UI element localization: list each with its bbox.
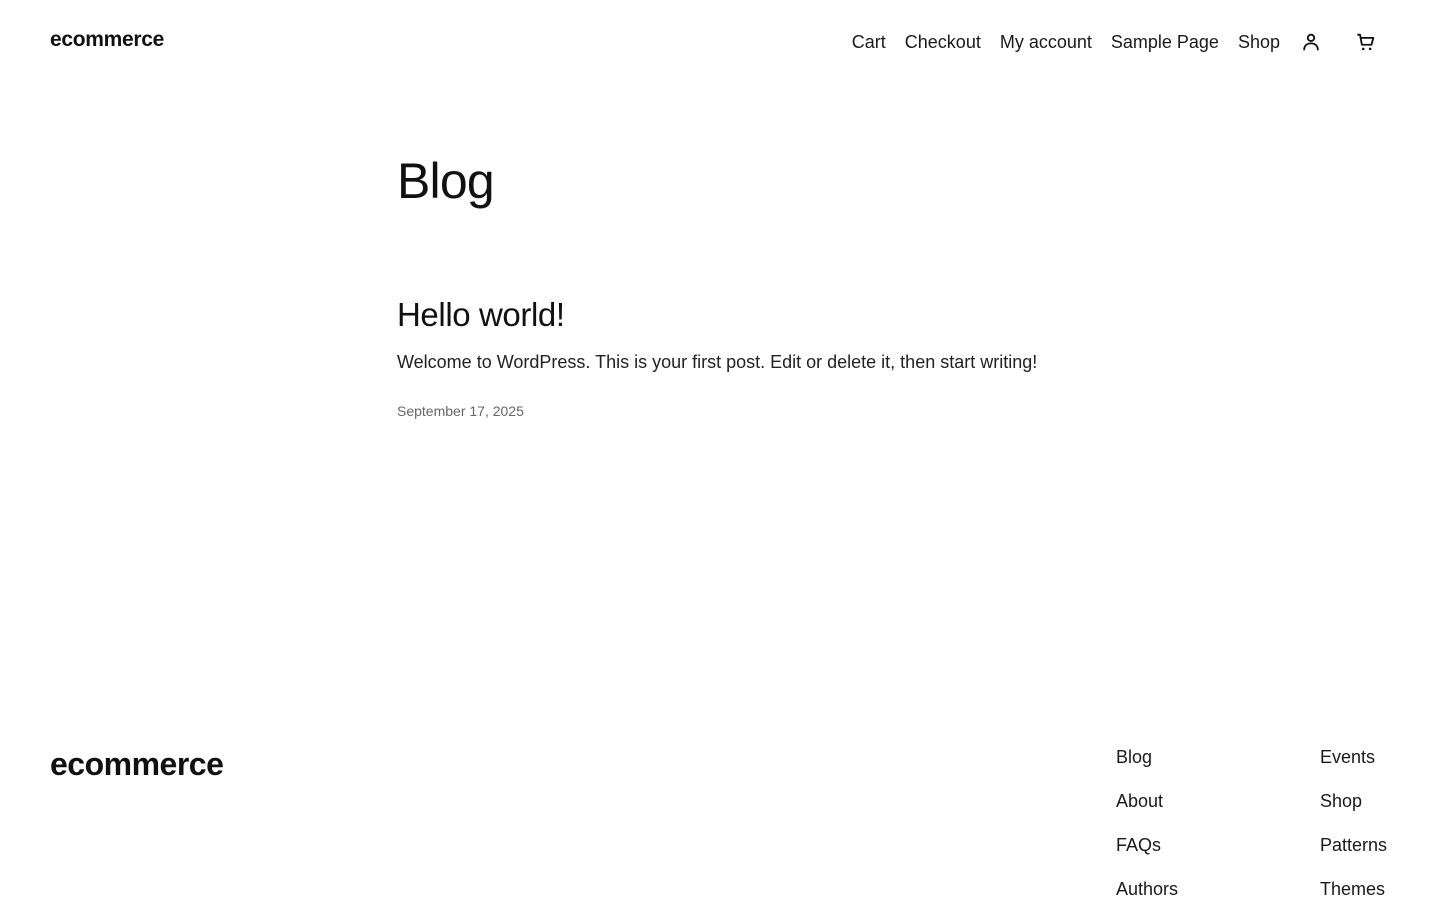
- account-icon[interactable]: [1299, 30, 1323, 54]
- post-date[interactable]: September 17, 2025: [397, 403, 1097, 419]
- footer-link-about[interactable]: About: [1116, 790, 1178, 813]
- nav-item-checkout[interactable]: Checkout: [905, 32, 981, 53]
- footer-link-themes[interactable]: Themes: [1320, 878, 1387, 901]
- nav-item-shop[interactable]: Shop: [1238, 32, 1280, 53]
- nav-item-my-account[interactable]: My account: [1000, 32, 1092, 53]
- post-title: Hello world!: [397, 296, 1097, 334]
- site-title[interactable]: ecommerce: [50, 28, 164, 52]
- post-item: Hello world! Welcome to WordPress. This …: [397, 296, 1097, 419]
- footer-link-patterns[interactable]: Patterns: [1320, 834, 1387, 857]
- footer-link-shop[interactable]: Shop: [1320, 790, 1387, 813]
- footer-nav-column-2: Events Shop Patterns Themes: [1320, 746, 1387, 901]
- footer-link-authors[interactable]: Authors: [1116, 878, 1178, 901]
- page-title: Blog: [397, 153, 495, 209]
- footer-nav-column-1: Blog About FAQs Authors: [1116, 746, 1178, 901]
- post-title-link[interactable]: Hello world!: [397, 296, 565, 333]
- main-nav: Cart Checkout My account Sample Page Sho…: [852, 30, 1378, 54]
- nav-item-cart[interactable]: Cart: [852, 32, 886, 53]
- nav-item-sample-page[interactable]: Sample Page: [1111, 32, 1219, 53]
- footer-link-events[interactable]: Events: [1320, 746, 1387, 769]
- footer-site-title[interactable]: ecommerce: [50, 746, 224, 783]
- cart-icon[interactable]: [1354, 30, 1378, 54]
- footer-link-faqs[interactable]: FAQs: [1116, 834, 1178, 857]
- site-header: ecommerce Cart Checkout My account Sampl…: [0, 0, 1440, 86]
- post-excerpt: Welcome to WordPress. This is your first…: [397, 352, 1038, 372]
- footer-link-blog[interactable]: Blog: [1116, 746, 1178, 769]
